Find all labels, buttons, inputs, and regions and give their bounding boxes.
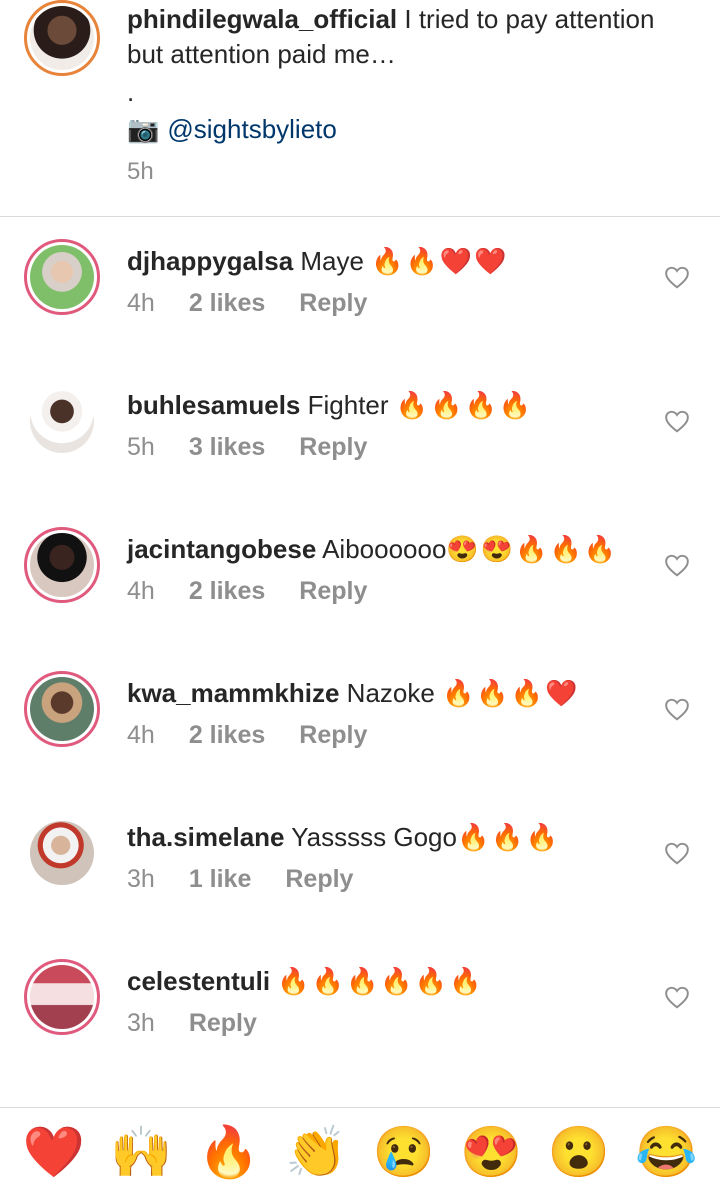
comment-username[interactable]: kwa_mammkhize: [127, 678, 339, 708]
comment-time: 3h: [127, 1009, 155, 1037]
comment-text: celestentuli 🔥🔥🔥🔥🔥🔥: [127, 963, 484, 999]
comment-text: buhlesamuels Fighter 🔥🔥🔥🔥: [127, 387, 533, 423]
comment-likes[interactable]: 2 likes: [189, 577, 265, 606]
comment-row: tha.simelane Yasssss Gogo🔥🔥🔥 3h 1 like R…: [0, 793, 720, 937]
comment-avatar-image: [30, 821, 94, 885]
like-heart-icon[interactable]: [664, 697, 690, 721]
reply-button[interactable]: Reply: [299, 577, 367, 606]
comment-avatar[interactable]: [24, 959, 100, 1035]
laughing-tears-reaction-icon[interactable]: 😂: [631, 1122, 701, 1182]
caption-mention[interactable]: @sightsbylieto: [167, 112, 336, 146]
comment-emojis: 🔥🔥🔥🔥🔥🔥: [277, 966, 484, 996]
quick-reaction-bar: ❤️ 🙌 🔥 👏 😢 😍 😮 😂: [0, 1108, 720, 1196]
comment-row: buhlesamuels Fighter 🔥🔥🔥🔥 5h 3 likes Rep…: [0, 361, 720, 505]
heart-eyes-reaction-icon[interactable]: 😍: [456, 1122, 526, 1182]
comment-username[interactable]: jacintangobese: [127, 534, 316, 564]
comment-time: 4h: [127, 721, 155, 749]
comment-meta: 3h Reply: [127, 1009, 291, 1038]
comment-avatar[interactable]: [24, 671, 100, 747]
caption-username[interactable]: phindilegwala_official: [127, 4, 397, 34]
reply-button[interactable]: Reply: [299, 721, 367, 750]
like-heart-icon[interactable]: [664, 265, 690, 289]
comment-meta: 3h 1 like Reply: [127, 865, 387, 894]
comment-body: Nazoke: [339, 678, 443, 708]
caption-avatar[interactable]: [24, 0, 100, 76]
comment-username[interactable]: tha.simelane: [127, 822, 285, 852]
comment-meta: 4h 2 likes Reply: [127, 721, 401, 750]
raised-hands-reaction-icon[interactable]: 🙌: [106, 1122, 176, 1182]
comment-likes[interactable]: 2 likes: [189, 721, 265, 750]
comment-avatar-image: [30, 245, 94, 309]
caption-dot: .: [127, 77, 135, 107]
comment-emojis: 🔥🔥❤️❤️: [371, 246, 509, 276]
comment-text: jacintangobese Aiboooooo😍😍🔥🔥🔥: [127, 531, 618, 567]
comment-emojis: 🔥🔥🔥🔥: [395, 390, 534, 420]
comment-meta: 4h 2 likes Reply: [127, 289, 401, 318]
reply-button[interactable]: Reply: [285, 865, 353, 894]
comment-avatar[interactable]: [24, 527, 100, 603]
comment-avatar-image: [30, 533, 94, 597]
comment-avatar[interactable]: [24, 815, 100, 891]
comment-time: 4h: [127, 289, 155, 317]
comment-row: celestentuli 🔥🔥🔥🔥🔥🔥 3h Reply: [0, 937, 720, 1081]
fire-reaction-icon[interactable]: 🔥: [194, 1122, 264, 1182]
comment-time: 5h: [127, 433, 155, 461]
comment-meta: 4h 2 likes Reply: [127, 577, 401, 606]
comment-meta: 5h 3 likes Reply: [127, 433, 401, 462]
comment-time: 4h: [127, 577, 155, 605]
caption-time: 5h: [127, 158, 154, 185]
like-heart-icon[interactable]: [664, 409, 690, 433]
comment-emojis: 🔥🔥🔥❤️: [442, 678, 580, 708]
caption-credit: 📷 @sightsbylieto: [127, 112, 337, 146]
comment-likes[interactable]: 3 likes: [189, 433, 265, 462]
comment-time: 3h: [127, 865, 155, 893]
comment-text: kwa_mammkhize Nazoke 🔥🔥🔥❤️: [127, 675, 580, 711]
comment-body: Fighter: [300, 390, 396, 420]
post-caption: phindilegwala_official I tried to pay at…: [0, 0, 720, 216]
comment-body: Aiboooooo: [316, 534, 447, 564]
comment-avatar-image: [30, 677, 94, 741]
comment-body: Yasssss Gogo: [284, 822, 457, 852]
comment-row: kwa_mammkhize Nazoke 🔥🔥🔥❤️ 4h 2 likes Re…: [0, 649, 720, 793]
reply-button[interactable]: Reply: [299, 433, 367, 462]
caption-avatar-image: [30, 6, 94, 70]
like-heart-icon[interactable]: [664, 985, 690, 1009]
comment-avatar-image: [30, 965, 94, 1029]
reply-button[interactable]: Reply: [299, 289, 367, 318]
comment-text: tha.simelane Yasssss Gogo🔥🔥🔥: [127, 819, 560, 855]
comment-row: jacintangobese Aiboooooo😍😍🔥🔥🔥 4h 2 likes…: [0, 505, 720, 649]
like-heart-icon[interactable]: [664, 841, 690, 865]
caption-text: phindilegwala_official I tried to pay at…: [127, 2, 687, 72]
camera-icon: 📷: [127, 114, 160, 144]
comment-likes[interactable]: 2 likes: [189, 289, 265, 318]
comment-likes[interactable]: 1 like: [189, 865, 252, 894]
comment-row: djhappygalsa Maye 🔥🔥❤️❤️ 4h 2 likes Repl…: [0, 217, 720, 361]
crying-face-reaction-icon[interactable]: 😢: [369, 1122, 439, 1182]
comment-username[interactable]: celestentuli: [127, 966, 270, 996]
surprised-face-reaction-icon[interactable]: 😮: [544, 1122, 614, 1182]
comment-avatar-image: [30, 389, 94, 453]
comment-emojis: 🔥🔥🔥: [456, 822, 561, 852]
comment-avatar[interactable]: [24, 239, 100, 315]
comment-body: Maye: [293, 246, 372, 276]
clap-reaction-icon[interactable]: 👏: [281, 1122, 351, 1182]
comment-username[interactable]: djhappygalsa: [127, 246, 293, 276]
reply-button[interactable]: Reply: [189, 1009, 257, 1038]
comment-username[interactable]: buhlesamuels: [127, 390, 300, 420]
comment-text: djhappygalsa Maye 🔥🔥❤️❤️: [127, 243, 509, 279]
like-heart-icon[interactable]: [664, 553, 690, 577]
comment-avatar[interactable]: [24, 383, 100, 459]
comment-emojis: 😍😍🔥🔥🔥: [446, 534, 619, 564]
heart-reaction-icon[interactable]: ❤️: [19, 1122, 89, 1182]
